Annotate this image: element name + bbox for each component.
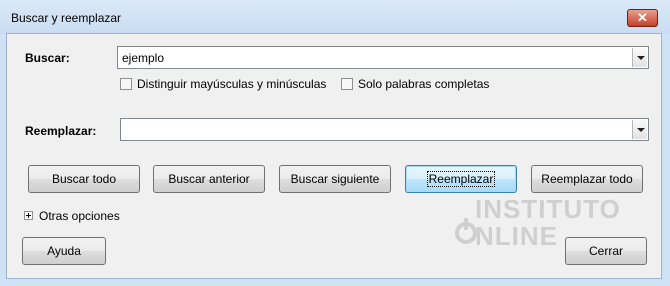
whole-words-label: Solo palabras completas [358,77,490,91]
match-case-label: Distinguir mayúsculas y minúsculas [137,77,327,91]
replace-combobox[interactable] [120,118,649,141]
find-next-label: Buscar siguiente [290,172,380,186]
replace-label: Reemplazar: [25,124,97,138]
replace-dropdown-arrow-icon[interactable] [632,120,647,139]
help-label: Ayuda [47,244,81,258]
more-options-toggle[interactable]: Otras opciones [39,209,120,223]
close-label: Cerrar [588,244,623,258]
watermark-line2: NLINE [475,221,558,251]
title-bar: Buscar y reemplazar ✕ [0,0,670,34]
close-window-button[interactable]: ✕ [627,9,658,27]
replace-button[interactable]: Reemplazar [405,165,517,193]
close-button[interactable]: Cerrar [565,237,647,265]
window-title: Buscar y reemplazar [11,11,122,25]
watermark-line1: INSTITUTO [475,194,621,224]
replace-all-button[interactable]: Reemplazar todo [531,165,643,193]
expand-plus-icon[interactable] [24,211,33,220]
find-next-button[interactable]: Buscar siguiente [279,165,391,193]
search-input[interactable]: ejemplo [122,51,164,65]
find-all-button[interactable]: Buscar todo [28,165,140,193]
whole-words-checkbox[interactable]: Solo palabras completas [341,77,489,91]
replace-all-label: Reemplazar todo [541,172,633,186]
find-previous-button[interactable]: Buscar anterior [153,165,265,193]
replace-button-label: Reemplazar [426,171,496,187]
search-dropdown-arrow-icon[interactable] [632,48,647,67]
dialog-body: Buscar: ejemplo Distinguir mayúsculas y … [6,33,662,279]
match-case-checkbox[interactable]: Distinguir mayúsculas y minúsculas [120,77,326,91]
whole-words-checkbox-box[interactable] [341,78,353,90]
search-label: Buscar: [25,51,70,65]
find-previous-label: Buscar anterior [168,172,250,186]
find-all-label: Buscar todo [51,172,117,186]
help-button[interactable]: Ayuda [22,237,106,265]
power-icon [455,218,477,244]
search-combobox[interactable]: ejemplo [117,46,649,69]
close-icon: ✕ [637,10,648,25]
match-case-checkbox-box[interactable] [120,78,132,90]
